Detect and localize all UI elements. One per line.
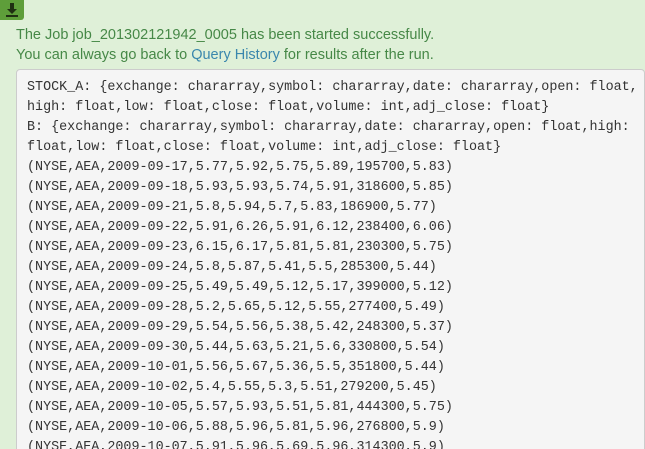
output-line: (NYSE,AEA,2009-10-06,5.88,5.96,5.81,5.96…: [27, 420, 445, 435]
output-line: B: {exchange: chararray,symbol: chararra…: [27, 120, 630, 135]
output-line: (NYSE,AEA,2009-09-30,5.44,5.63,5.21,5.6,…: [27, 340, 445, 355]
download-button[interactable]: [0, 0, 24, 20]
output-line: (NYSE,AEA,2009-09-21,5.8,5.94,5.7,5.83,1…: [27, 200, 437, 215]
output-line: (NYSE,AEA,2009-10-01,5.56,5.67,5.36,5.5,…: [27, 360, 445, 375]
output-line: (NYSE,AEA,2009-10-07,5.91,5.96,5.69,5.96…: [27, 440, 445, 449]
message-suffix: has been started successfully.: [236, 27, 435, 43]
download-icon: [6, 3, 18, 17]
message-suffix: for results after the run.: [279, 47, 434, 63]
job-output-text: STOCK_A: {exchange: chararray,symbol: ch…: [17, 70, 644, 449]
output-line: (NYSE,AEA,2009-09-22,5.91,6.26,5.91,6.12…: [27, 220, 453, 235]
output-line: (NYSE,AEA,2009-10-02,5.4,5.55,5.3,5.51,2…: [27, 380, 437, 395]
message-prefix: You can always go back to: [16, 47, 192, 63]
output-line: (NYSE,AEA,2009-09-24,5.8,5.87,5.41,5.5,2…: [27, 260, 437, 275]
output-line: (NYSE,AEA,2009-09-23,6.15,6.17,5.81,5.81…: [27, 240, 453, 255]
query-history-link[interactable]: Query History: [191, 47, 280, 63]
output-line: (NYSE,AEA,2009-10-05,5.57,5.93,5.51,5.81…: [27, 400, 453, 415]
output-line: (NYSE,AEA,2009-09-17,5.77,5.92,5.75,5.89…: [27, 160, 453, 175]
output-line: float,low: float,close: float,volume: in…: [27, 140, 502, 155]
output-line: (NYSE,AEA,2009-09-25,5.49,5.49,5.12,5.17…: [27, 280, 453, 295]
output-line: (NYSE,AEA,2009-09-18,5.93,5.93,5.74,5.91…: [27, 180, 453, 195]
output-line: (NYSE,AEA,2009-09-28,5.2,5.65,5.12,5.55,…: [27, 300, 445, 315]
job-output-box[interactable]: STOCK_A: {exchange: chararray,symbol: ch…: [16, 69, 645, 449]
output-line: STOCK_A: {exchange: chararray,symbol: ch…: [27, 80, 638, 95]
output-line: (NYSE,AEA,2009-09-29,5.54,5.56,5.38,5.42…: [27, 320, 453, 335]
job-status-panel: The Job job_201302121942_0005 has been s…: [0, 0, 645, 449]
output-line: high: float,low: float,close: float,volu…: [27, 100, 550, 115]
query-history-message: You can always go back to Query History …: [16, 47, 434, 63]
job-id: job_201302121942_0005: [72, 27, 237, 43]
message-prefix: The Job: [16, 27, 73, 43]
job-started-message: The Job job_201302121942_0005 has been s…: [16, 27, 434, 43]
